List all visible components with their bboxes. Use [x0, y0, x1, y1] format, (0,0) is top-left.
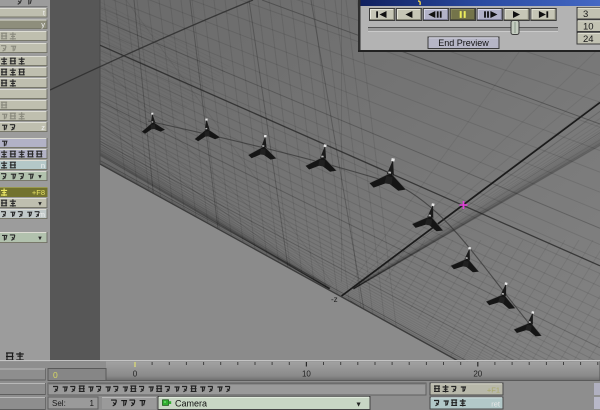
svg-text:▼: ▼: [37, 175, 43, 181]
svg-text:Sel:: Sel:: [52, 399, 66, 408]
svg-text:y: y: [41, 20, 45, 29]
svg-text:0: 0: [133, 370, 138, 379]
svg-text:10: 10: [583, 21, 594, 32]
svg-text:1: 1: [90, 399, 95, 408]
svg-text:0: 0: [53, 370, 58, 380]
svg-text:▼: ▼: [37, 236, 43, 242]
svg-text:n: n: [41, 161, 45, 170]
svg-text:-z: -z: [331, 295, 338, 304]
svg-text:+F8: +F8: [32, 188, 45, 197]
svg-text:ret: ret: [491, 400, 501, 409]
svg-text:20: 20: [473, 370, 482, 379]
svg-text:▼: ▼: [355, 402, 362, 409]
svg-text:24: 24: [583, 34, 594, 45]
svg-text:3: 3: [583, 9, 588, 20]
svg-text:Camera: Camera: [175, 399, 207, 409]
svg-text:End Preview: End Preview: [438, 38, 489, 48]
svg-text:m: m: [39, 210, 45, 219]
svg-text:10: 10: [302, 370, 311, 379]
svg-text:z: z: [41, 123, 45, 132]
svg-text:+F1: +F1: [487, 386, 500, 395]
svg-text:▼: ▼: [37, 202, 43, 208]
